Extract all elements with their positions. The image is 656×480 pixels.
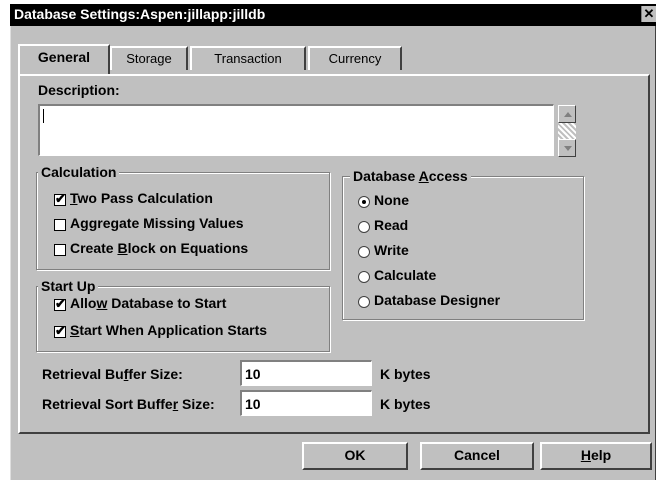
scroll-track[interactable] bbox=[558, 123, 576, 139]
access-database-designer-label: Database Designer bbox=[374, 292, 501, 308]
tab-transaction-label: Transaction bbox=[214, 51, 282, 66]
aggregate-missing-values-label: Aggregate Missing Values bbox=[70, 215, 244, 231]
help-button-label: Help bbox=[580, 447, 612, 463]
access-none-radio[interactable] bbox=[358, 196, 370, 208]
access-read-radio[interactable] bbox=[358, 221, 370, 233]
tab-general[interactable]: General bbox=[18, 44, 110, 74]
tab-storage[interactable]: Storage bbox=[110, 46, 188, 70]
arrow-up-icon bbox=[564, 112, 572, 117]
start-when-application-starts-checkbox[interactable]: ✔ bbox=[54, 323, 66, 338]
cancel-button-label: Cancel bbox=[454, 447, 500, 463]
check-icon: ✔ bbox=[55, 191, 66, 206]
access-calculate-label: Calculate bbox=[374, 267, 437, 283]
arrow-down-icon bbox=[564, 146, 572, 151]
two-pass-calculation-checkbox[interactable]: ✔ bbox=[54, 191, 66, 206]
description-scrollbar[interactable] bbox=[558, 105, 576, 157]
retrieval-sort-buffer-size-input[interactable] bbox=[240, 390, 372, 416]
create-block-on-equations-label: Create Block on Equations bbox=[70, 240, 249, 256]
radio-selected-dot bbox=[362, 200, 366, 204]
ok-button[interactable]: OK bbox=[302, 442, 408, 470]
retrieval-buffer-unit: K bytes bbox=[380, 366, 431, 382]
retrieval-sort-buffer-unit: K bytes bbox=[380, 396, 431, 412]
retrieval-sort-buffer-size-label: Retrieval Sort Buffer Size: bbox=[42, 396, 215, 412]
access-read-label: Read bbox=[374, 217, 409, 233]
window-title: Database Settings:Aspen:jillapp:jilldb bbox=[14, 6, 266, 22]
scroll-up-button[interactable] bbox=[558, 105, 576, 123]
retrieval-buffer-size-input[interactable] bbox=[240, 360, 372, 386]
create-block-on-equations-checkbox[interactable] bbox=[54, 244, 66, 256]
help-button[interactable]: Help bbox=[540, 442, 652, 470]
start-when-application-starts-label: Start When Application Starts bbox=[70, 322, 268, 338]
tab-general-label: General bbox=[37, 49, 91, 65]
ok-button-label: OK bbox=[344, 447, 366, 463]
startup-group-title: Start Up bbox=[38, 278, 99, 294]
cancel-button[interactable]: Cancel bbox=[420, 442, 534, 470]
text-caret bbox=[43, 109, 44, 123]
description-label: Description: bbox=[38, 82, 120, 98]
retrieval-buffer-size-label: Retrieval Buffer Size: bbox=[42, 366, 183, 382]
access-write-label: Write bbox=[374, 242, 409, 258]
database-access-group-title: Database Access bbox=[350, 168, 471, 184]
tab-storage-label: Storage bbox=[126, 51, 172, 66]
allow-database-to-start-checkbox[interactable]: ✔ bbox=[54, 296, 66, 311]
aggregate-missing-values-checkbox[interactable] bbox=[54, 219, 66, 231]
dialog-window: Database Settings:Aspen:jillapp:jilldb ✕… bbox=[10, 4, 656, 480]
tab-currency-label: Currency bbox=[328, 51, 382, 66]
check-icon: ✔ bbox=[55, 296, 66, 311]
access-write-radio[interactable] bbox=[358, 246, 370, 258]
check-icon: ✔ bbox=[55, 323, 66, 338]
allow-database-to-start-label: Allow Database to Start bbox=[70, 295, 227, 311]
scroll-down-button[interactable] bbox=[558, 139, 576, 157]
close-icon: ✕ bbox=[643, 6, 655, 21]
description-field[interactable] bbox=[38, 104, 554, 156]
tab-transaction[interactable]: Transaction bbox=[190, 46, 306, 70]
two-pass-calculation-label: Two Pass Calculation bbox=[70, 190, 213, 206]
access-none-label: None bbox=[374, 192, 409, 208]
access-database-designer-radio[interactable] bbox=[358, 296, 370, 308]
close-button[interactable]: ✕ bbox=[641, 6, 656, 22]
calculation-group-title: Calculation bbox=[38, 164, 120, 180]
access-calculate-radio[interactable] bbox=[358, 271, 370, 283]
title-bar: Database Settings:Aspen:jillapp:jilldb ✕ bbox=[10, 4, 656, 26]
tab-currency[interactable]: Currency bbox=[308, 46, 402, 70]
